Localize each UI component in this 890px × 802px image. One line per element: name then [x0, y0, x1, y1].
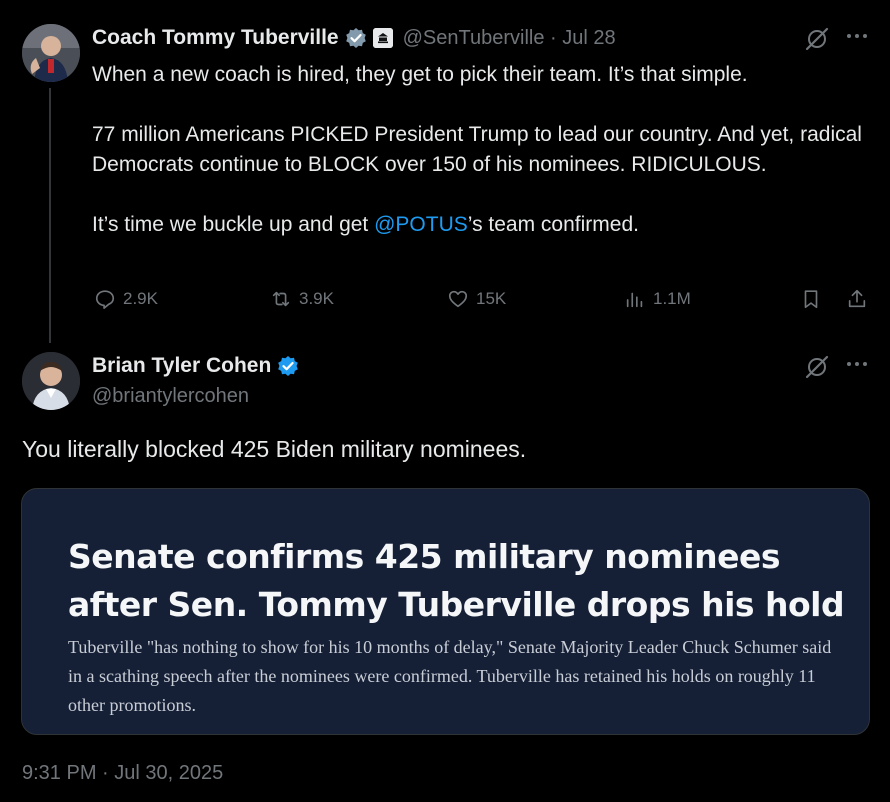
views-button[interactable]: 1.1M	[624, 288, 691, 310]
like-count: 15K	[476, 289, 507, 308]
reply-text: You literally blocked 425 Biden military…	[22, 436, 527, 462]
more-icon[interactable]	[846, 26, 868, 52]
card-description: Tuberville "has nothing to show for his …	[68, 637, 832, 715]
handle[interactable]: @briantylercohen	[92, 385, 249, 408]
grok-icon[interactable]	[804, 26, 830, 57]
verified-badge-icon[interactable]	[345, 27, 367, 49]
link-preview-card[interactable]: Senate confirms 425 military nominees af…	[21, 488, 870, 735]
repost-button[interactable]: 3.9K	[270, 288, 334, 310]
post-paragraph-2: 77 million Americans PICKED President Tr…	[92, 123, 862, 176]
author-name[interactable]: Brian Tyler Cohen	[92, 354, 271, 378]
bookmark-icon	[804, 290, 818, 309]
post-paragraph-1: When a new coach is hired, they get to p…	[92, 63, 748, 86]
post-text: ’s team confirmed.	[467, 213, 639, 236]
reply-count: 2.9K	[123, 289, 158, 308]
share-button[interactable]	[846, 288, 868, 310]
like-icon	[448, 290, 468, 308]
repost-count: 3.9K	[299, 289, 334, 308]
avatar-tuberville[interactable]	[22, 24, 80, 82]
action-bar: 2.9K 3.9K 15K 1.1M	[92, 288, 872, 318]
post-body: When a new coach is hired, they get to p…	[92, 60, 872, 240]
author-name[interactable]: Coach Tommy Tuberville	[92, 26, 339, 50]
like-button[interactable]: 15K	[447, 288, 506, 310]
card-headline: Senate confirms 425 military nominees af…	[68, 537, 845, 624]
reply-button[interactable]: 2.9K	[94, 288, 158, 310]
more-icon[interactable]	[846, 354, 868, 380]
bookmark-button[interactable]	[800, 288, 822, 310]
verified-badge-icon[interactable]	[277, 355, 299, 377]
post-text: It’s time we buckle up and get	[92, 213, 375, 236]
handle-and-date[interactable]: @SenTuberville · Jul 28	[403, 27, 616, 50]
government-label-icon[interactable]	[372, 28, 393, 48]
post-timestamp[interactable]: 9:31 PM · Jul 30, 2025	[22, 762, 223, 785]
thread-line	[49, 88, 51, 343]
share-icon	[848, 289, 866, 308]
post-paragraph-3: It’s time we buckle up and get @POTUS’s …	[92, 210, 872, 240]
avatar-cohen[interactable]	[22, 352, 80, 410]
mention-link[interactable]: @POTUS	[374, 213, 468, 236]
post-header: Coach Tommy Tuberville @SenTuberville · …	[92, 26, 616, 50]
views-count: 1.1M	[653, 289, 691, 308]
reply-header: Brian Tyler Cohen	[92, 354, 299, 378]
views-icon	[626, 292, 643, 308]
reply-icon	[95, 290, 115, 309]
repost-icon	[272, 291, 290, 307]
grok-icon[interactable]	[804, 354, 830, 385]
